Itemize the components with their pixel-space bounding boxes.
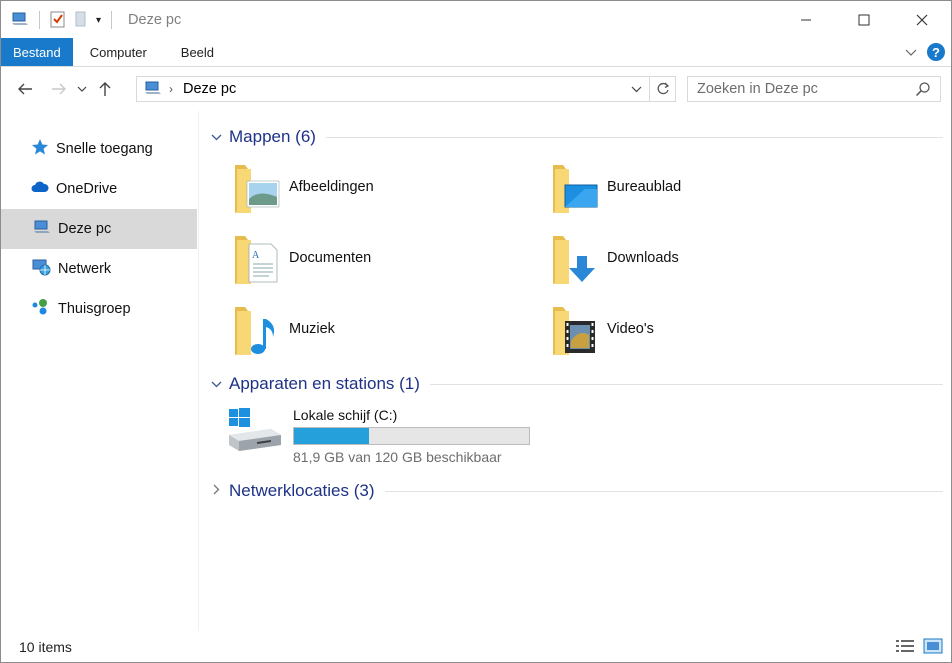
- large-icons-view-icon[interactable]: [923, 638, 943, 657]
- search-field[interactable]: Zoeken in Deze pc: [687, 76, 941, 102]
- nav-item-netwerk[interactable]: Netwerk: [1, 249, 198, 289]
- chevron-down-icon[interactable]: [209, 130, 223, 144]
- minimize-button[interactable]: [777, 1, 835, 39]
- navigation-pane: Snelle toegang OneDrive Deze pc Netwerk …: [1, 111, 199, 631]
- nav-item-onedrive[interactable]: OneDrive: [1, 169, 198, 209]
- search-icon[interactable]: [915, 81, 931, 101]
- nav-item-label: Netwerk: [58, 261, 112, 277]
- tab-computer[interactable]: Computer: [73, 38, 164, 66]
- folder-label: Afbeeldingen: [289, 179, 374, 195]
- folder-tile-bureaublad[interactable]: Bureaublad: [551, 157, 681, 217]
- up-button[interactable]: [91, 75, 119, 103]
- computer-icon: [31, 219, 51, 239]
- folder-label: Documenten: [289, 250, 372, 266]
- properties-icon[interactable]: [50, 10, 66, 31]
- maximize-button[interactable]: [835, 1, 893, 39]
- folder-label: Downloads: [607, 250, 679, 266]
- ribbon-right: ?: [905, 43, 945, 61]
- tab-bestand[interactable]: Bestand: [1, 38, 73, 66]
- computer-icon: [143, 80, 163, 99]
- folder-label: Video's: [607, 321, 654, 337]
- navigation-bar: › Deze pc Zoeken in Deze pc: [1, 67, 951, 111]
- svg-text:A: A: [252, 250, 260, 261]
- computer-icon[interactable]: [11, 11, 29, 30]
- group-title: Netwerklocaties (3): [229, 481, 375, 500]
- recent-locations-button[interactable]: [73, 75, 91, 103]
- folder-label: Bureaublad: [607, 179, 682, 195]
- folder-tile-videos[interactable]: Video's: [551, 299, 654, 359]
- refresh-button[interactable]: [649, 77, 675, 101]
- forward-button[interactable]: [45, 75, 73, 103]
- address-bar[interactable]: › Deze pc: [136, 76, 676, 102]
- window-title: Deze pc: [128, 12, 182, 28]
- item-count: 10 items: [19, 639, 72, 655]
- cloud-icon: [31, 180, 49, 198]
- nav-item-label: Thuisgroep: [58, 301, 131, 317]
- group-header-netwerklocaties[interactable]: Netwerklocaties (3): [209, 479, 943, 503]
- window-controls: [777, 1, 951, 39]
- breadcrumb-item[interactable]: Deze pc: [183, 81, 236, 97]
- drive-free-space: 81,9 GB van 120 GB beschikbaar: [293, 449, 502, 465]
- details-view-icon[interactable]: [895, 638, 915, 657]
- group-divider: [325, 136, 943, 138]
- folder-tile-afbeeldingen[interactable]: Afbeeldingen: [233, 157, 374, 217]
- quick-access-toolbar: ▾ Deze pc: [1, 1, 181, 39]
- nav-item-label: Snelle toegang: [56, 141, 153, 157]
- content-pane: Mappen (6) Afbeeldingen Bureaublad A Doc…: [201, 111, 951, 631]
- downloads-folder-icon: [551, 230, 599, 286]
- group-title: Mappen (6): [229, 127, 316, 146]
- group-title: Apparaten en stations (1): [229, 374, 420, 393]
- homegroup-icon: [31, 298, 51, 320]
- nav-item-deze-pc[interactable]: Deze pc: [1, 209, 197, 249]
- network-icon: [31, 258, 51, 280]
- drive-usage-fill: [294, 428, 369, 444]
- breadcrumb: › Deze pc: [143, 80, 236, 99]
- folder-label: Muziek: [289, 321, 335, 337]
- drive-tile-c[interactable]: Lokale schijf (C:) 81,9 GB van 120 GB be…: [227, 407, 530, 465]
- ribbon-tabs: Bestand Computer Beeld ?: [1, 38, 951, 67]
- hard-drive-icon: [227, 407, 283, 465]
- nav-item-thuisgroep[interactable]: Thuisgroep: [1, 289, 198, 329]
- view-switcher: [895, 638, 943, 657]
- address-dropdown-button[interactable]: [625, 77, 647, 101]
- documents-folder-icon: A: [233, 230, 281, 286]
- new-folder-icon[interactable]: [74, 10, 88, 31]
- separator: [39, 11, 40, 29]
- status-bar: 10 items: [1, 632, 951, 662]
- chevron-down-icon[interactable]: [209, 377, 223, 391]
- folder-tile-downloads[interactable]: Downloads: [551, 228, 679, 288]
- file-explorer-window: ▾ Deze pc Bestand Computer Beeld ? › Dez…: [0, 0, 952, 663]
- pictures-folder-icon: [233, 159, 281, 215]
- drive-info: Lokale schijf (C:) 81,9 GB van 120 GB be…: [293, 407, 530, 465]
- expand-ribbon-icon[interactable]: [905, 44, 917, 60]
- nav-item-snelle-toegang[interactable]: Snelle toegang: [1, 129, 198, 169]
- drive-usage-bar: [293, 427, 530, 445]
- desktop-folder-icon: [551, 159, 599, 215]
- tab-beeld[interactable]: Beeld: [164, 38, 231, 66]
- nav-item-label: Deze pc: [58, 221, 112, 237]
- help-button[interactable]: ?: [927, 43, 945, 61]
- folder-tile-documenten[interactable]: A Documenten: [233, 228, 371, 288]
- group-divider: [384, 490, 943, 492]
- group-divider: [429, 383, 943, 385]
- chevron-right-icon[interactable]: [209, 484, 223, 498]
- close-button[interactable]: [893, 1, 951, 39]
- nav-item-label: OneDrive: [56, 181, 118, 197]
- group-header-mappen[interactable]: Mappen (6): [209, 125, 943, 149]
- star-icon: [31, 138, 49, 160]
- customize-dropdown-icon[interactable]: ▾: [96, 15, 101, 26]
- separator: [111, 11, 113, 29]
- music-folder-icon: [233, 301, 281, 357]
- folder-tile-muziek[interactable]: Muziek: [233, 299, 335, 359]
- back-button[interactable]: [11, 75, 39, 103]
- chevron-right-icon[interactable]: ›: [169, 82, 173, 96]
- drive-name: Lokale schijf (C:): [293, 407, 398, 423]
- group-header-apparaten[interactable]: Apparaten en stations (1): [209, 372, 943, 396]
- search-placeholder: Zoeken in Deze pc: [697, 81, 818, 97]
- title-bar: ▾ Deze pc: [1, 1, 951, 39]
- videos-folder-icon: [551, 301, 599, 357]
